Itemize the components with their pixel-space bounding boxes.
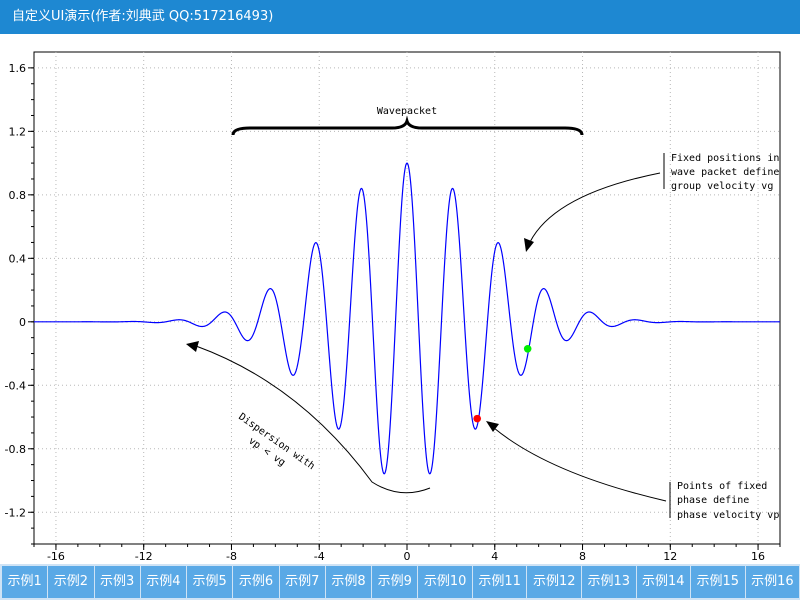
plot-area: -16 -12 -8 -4 0 4 8 12 16 -1.2 -0.8 -0.4 0 0.4 0.8 1.2 1… [0,34,800,564]
y-tick-label: -1.2 [5,506,26,519]
tab-example-1[interactable]: 示例1 [2,566,48,598]
x-tick-label: 16 [751,550,765,563]
group-velocity-line-3: group velocity vg [671,181,773,192]
y-tick-label: -0.4 [5,379,26,392]
tab-example-7[interactable]: 示例7 [279,566,325,598]
tab-example-8[interactable]: 示例8 [325,566,372,598]
x-tick-label: -8 [226,550,237,563]
tab-example-10[interactable]: 示例10 [418,566,472,598]
y-tick-label: 0.4 [9,252,27,265]
x-tick-label: 12 [663,550,677,563]
tab-example-5[interactable]: 示例5 [187,566,233,598]
tab-example-6[interactable]: 示例6 [233,566,279,598]
tab-example-16[interactable]: 示例16 [745,566,800,598]
wavepacket-chart: -16 -12 -8 -4 0 4 8 12 16 -1.2 -0.8 -0.4 0 0.4 0.8 1.2 1… [5,51,781,563]
x-tick-label: 8 [579,550,586,563]
tab-example-15[interactable]: 示例15 [691,566,745,598]
phase-velocity-line-2: phase define [677,495,749,506]
y-tick-label: 0.8 [9,189,27,202]
marker-point [473,414,482,423]
y-tick-label: 1.6 [9,62,27,75]
wavepacket-label: Wavepacket [377,106,437,117]
tab-example-4[interactable]: 示例4 [140,566,187,598]
tab-example-13[interactable]: 示例13 [581,566,636,598]
y-tick-label: -0.8 [5,443,26,456]
example-tab-bar: 示例1 示例2 示例3 示例4 示例5 示例6 示例7 示例8 示例9 示例10 示例11 示例12 示… [0,564,800,600]
y-tick-label: 0 [19,316,26,329]
tab-example-9[interactable]: 示例9 [372,566,418,598]
marker-point [523,344,532,353]
x-tick-label: -16 [47,550,65,563]
phase-velocity-line-3: phase velocity vp [677,510,779,521]
plot-frame [33,51,781,545]
phase-velocity-line-1: Points of fixed [677,481,767,492]
x-tick-label: 0 [404,550,411,563]
group-velocity-line-2: wave packet define [671,167,779,178]
tab-example-2[interactable]: 示例2 [48,566,94,598]
group-velocity-line-1: Fixed positions in [671,153,779,164]
x-tick-label: -4 [314,550,325,563]
tab-example-14[interactable]: 示例14 [636,566,691,598]
tab-example-3[interactable]: 示例3 [94,566,140,598]
window-title: 自定义UI演示(作者:刘典武 QQ:517216493) [0,0,800,34]
x-tick-label: 4 [491,550,498,563]
x-tick-label: -12 [135,550,153,563]
y-tick-label: 1.2 [9,125,27,138]
tab-example-12[interactable]: 示例12 [527,566,581,598]
tab-example-11[interactable]: 示例11 [472,566,527,598]
